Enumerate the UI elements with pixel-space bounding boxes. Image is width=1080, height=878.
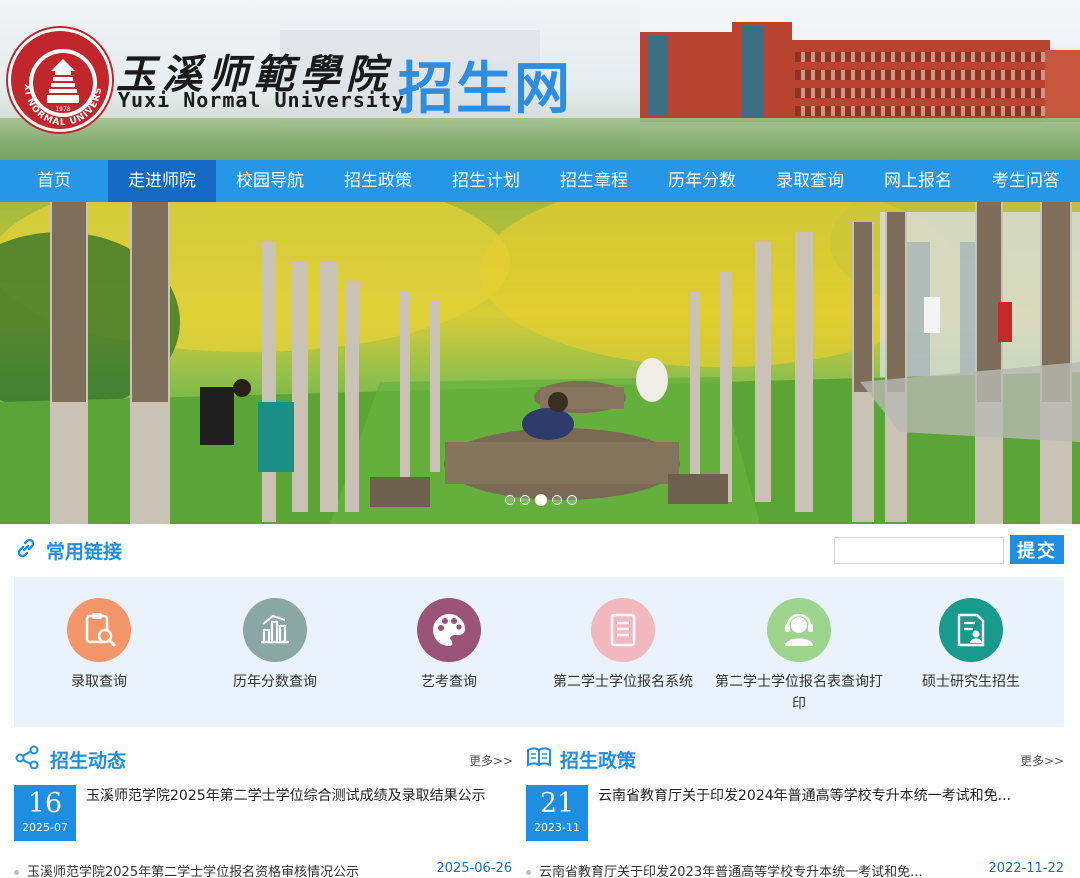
- nav-item-scores[interactable]: 历年分数: [648, 160, 756, 202]
- quick-link-label: 第二学士学位报名表查询打印: [715, 674, 883, 712]
- quick-link-label: 硕士研究生招生: [922, 674, 1020, 690]
- links-section-header: 常用链接: [14, 536, 122, 565]
- bar-chart-icon: [243, 598, 307, 662]
- policy-section-title: 招生政策: [560, 750, 637, 772]
- search-input[interactable]: [834, 537, 1004, 564]
- university-seal-logo[interactable]: YUXI NORMAL UNIVERSITY 1978: [8, 28, 112, 132]
- quick-link-score-history[interactable]: 历年分数查询: [190, 577, 360, 693]
- policy-more-link[interactable]: 更多>>: [1020, 752, 1064, 769]
- carousel-indicator: [505, 494, 577, 506]
- seal-emblem-icon: YUXI NORMAL UNIVERSITY 1978: [11, 31, 103, 128]
- quick-link-admission-query[interactable]: 录取查询: [14, 577, 184, 693]
- nav-item-plan[interactable]: 招生计划: [432, 160, 540, 202]
- nav-item-policy[interactable]: 招生政策: [324, 160, 432, 202]
- news-featured-item[interactable]: 16 2025-07 玉溪师范学院2025年第二学士学位综合测试成绩及录取结果公…: [14, 785, 486, 841]
- news-section-header: 招生动态: [14, 745, 126, 774]
- bullet-icon: [14, 870, 19, 875]
- policy-featured-item[interactable]: 21 2023-11 云南省教育厅关于印发2024年普通高等学校专升本统一考试和…: [526, 785, 1011, 841]
- carousel-dot-3[interactable]: [535, 494, 547, 506]
- seal-year: 1978: [55, 106, 70, 113]
- nav-item-charter[interactable]: 招生章程: [540, 160, 648, 202]
- quick-link-label: 艺考查询: [421, 674, 477, 690]
- quick-link-label: 历年分数查询: [233, 674, 317, 690]
- campus-building-image: [640, 22, 1080, 132]
- site-name: 招生网: [398, 57, 572, 122]
- quick-link-second-degree-registration[interactable]: 第二学士学位报名系统: [538, 577, 708, 693]
- banner-carousel[interactable]: [0, 202, 1080, 524]
- nav-item-faq[interactable]: 考生问答: [972, 160, 1080, 202]
- share-nodes-icon: [14, 745, 42, 774]
- news-more-link[interactable]: 更多>>: [469, 752, 513, 769]
- main-nav: 首页 走进师院 校园导航 招生政策 招生计划 招生章程 历年分数 录取查询 网上…: [0, 160, 1080, 202]
- document-user-icon: [939, 598, 1003, 662]
- carousel-dot-2[interactable]: [520, 495, 530, 505]
- document-list-icon: [591, 598, 655, 662]
- quick-link-art-exam[interactable]: 艺考查询: [364, 577, 534, 693]
- carousel-dot-1[interactable]: [505, 495, 515, 505]
- policy-date-badge: 21 2023-11: [526, 785, 588, 841]
- palette-icon: [417, 598, 481, 662]
- policy-list-item[interactable]: 云南省教育厅关于印发2023年普通高等学校专升本统一考试和免... 2022-1…: [526, 861, 1064, 878]
- headset-user-icon: [767, 598, 831, 662]
- nav-item-about[interactable]: 走进师院: [108, 160, 216, 202]
- carousel-dot-4[interactable]: [552, 495, 562, 505]
- site-header: YUXI NORMAL UNIVERSITY 1978 玉溪师範學院 Yuxi …: [0, 0, 1080, 160]
- submit-button[interactable]: 提交: [1010, 535, 1064, 564]
- policy-featured-title[interactable]: 云南省教育厅关于印发2024年普通高等学校专升本统一考试和免...: [598, 787, 1011, 805]
- quick-link-second-degree-print[interactable]: 第二学士学位报名表查询打印: [714, 577, 884, 715]
- quick-links-panel: 录取查询 历年分数查询 艺考查询 第二学士学位报名系统 第二学士学位报名表查询打…: [14, 577, 1064, 727]
- bullet-icon: [526, 870, 531, 875]
- news-date-badge: 16 2025-07: [14, 785, 76, 841]
- banner-image: [0, 202, 1080, 524]
- nav-item-home[interactable]: 首页: [0, 160, 108, 202]
- quick-link-master-admission[interactable]: 硕士研究生招生: [886, 577, 1056, 693]
- carousel-dot-5[interactable]: [567, 495, 577, 505]
- quick-link-label: 录取查询: [71, 674, 127, 690]
- open-book-icon: [526, 745, 552, 774]
- clipboard-search-icon: [67, 598, 131, 662]
- nav-item-online-registration[interactable]: 网上报名: [864, 160, 972, 202]
- links-section-title: 常用链接: [46, 541, 123, 563]
- news-featured-title[interactable]: 玉溪师范学院2025年第二学士学位综合测试成绩及录取结果公示: [86, 787, 486, 805]
- nav-item-admission-query[interactable]: 录取查询: [756, 160, 864, 202]
- nav-item-campus-map[interactable]: 校园导航: [216, 160, 324, 202]
- policy-section-header: 招生政策: [526, 745, 636, 774]
- link-icon: [14, 536, 38, 565]
- school-name-en: Yuxi Normal University: [118, 88, 405, 112]
- news-section-title: 招生动态: [50, 750, 127, 772]
- quick-link-label: 第二学士学位报名系统: [553, 674, 693, 690]
- news-list-item[interactable]: 玉溪师范学院2025年第二学士学位报名资格审核情况公示 2025-06-26: [14, 861, 512, 878]
